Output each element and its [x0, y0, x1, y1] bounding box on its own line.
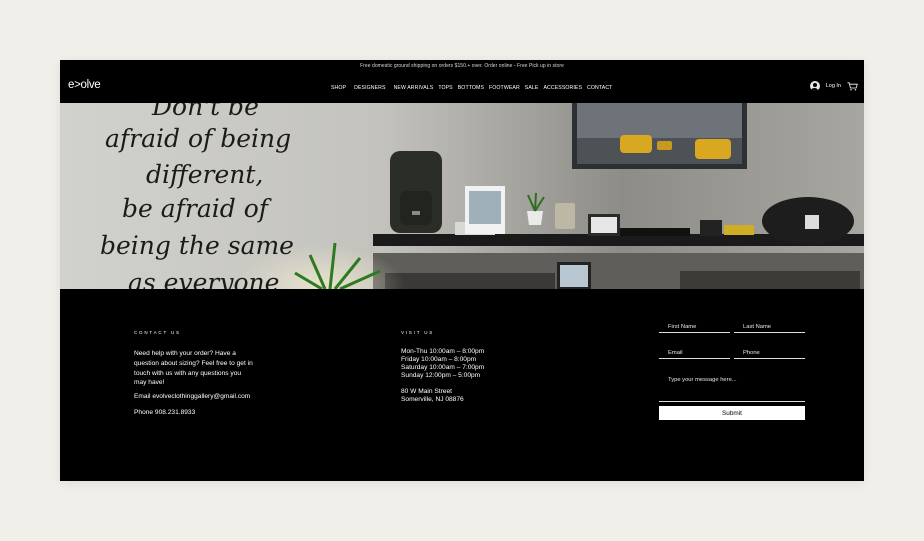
announcement-bar: Free domestic ground shipping on orders … — [360, 63, 564, 69]
store-address: 80 W Main Street Somerville, NJ 08876 — [401, 388, 464, 404]
nav-item-accessories[interactable]: ACCESSORIES — [543, 85, 582, 91]
site-footer: CONTACT US Need help with your order? Ha… — [60, 289, 864, 481]
contact-email[interactable]: Email evolveclothinggallery@gmail.com — [134, 393, 250, 400]
nav-item-contact[interactable]: CONTACT — [587, 85, 612, 91]
last-name-input[interactable] — [743, 324, 805, 330]
nav-item-new-arrivals[interactable]: NEW ARRIVALS — [394, 85, 434, 91]
wall-text-line-3: different, — [146, 160, 263, 189]
nav-item-tops[interactable]: TOPS — [438, 85, 452, 91]
contact-phone[interactable]: Phone 908.231.8933 — [134, 409, 195, 416]
nav-item-designers[interactable]: DESIGNERS — [354, 85, 385, 91]
hours-line: Friday 10:00am – 8:00pm — [401, 356, 477, 363]
wall-text-line-4: be afraid of — [122, 194, 272, 223]
wall-text-line-5: being the same — [100, 231, 294, 260]
visit-us-title: VISIT US — [401, 330, 435, 335]
nav-item-sale[interactable]: SALE — [525, 85, 539, 91]
last-name-field — [734, 324, 805, 333]
nav-item-footwear[interactable]: FOOTWEAR — [489, 85, 520, 91]
phone-field — [734, 350, 805, 359]
store-interior-image: Don't be afraid of being different, be a… — [60, 103, 864, 289]
nav-item-shop[interactable]: SHOP — [331, 85, 346, 91]
phone-input[interactable] — [743, 350, 805, 356]
store-hours: Mon-Thu 10:00am – 8:00pm Friday 10:00am … — [401, 348, 484, 380]
contact-body: Need help with your order? Have a questi… — [134, 350, 253, 387]
message-input[interactable] — [668, 377, 805, 397]
message-field — [659, 377, 805, 402]
user-area: Log In — [809, 81, 858, 91]
wall-text-line-1: Don't be — [151, 103, 259, 121]
email-field — [659, 350, 730, 359]
wall-text-line-6: as everyone — [128, 268, 279, 289]
first-name-input[interactable] — [668, 324, 730, 330]
cart-icon[interactable] — [847, 81, 858, 91]
website-frame: Free domestic ground shipping on orders … — [60, 60, 864, 481]
submit-button[interactable]: Submit — [659, 406, 805, 420]
login-link[interactable]: Log In — [826, 83, 841, 89]
address-line: Somerville, NJ 08876 — [401, 396, 464, 403]
hours-line: Mon-Thu 10:00am – 8:00pm — [401, 348, 485, 355]
hours-line: Saturday 10:00am – 7:00pm — [401, 364, 485, 371]
brand-logo[interactable]: e>olve — [68, 79, 101, 91]
address-line: 80 W Main Street — [401, 388, 452, 395]
hero-image: Don't be afraid of being different, be a… — [60, 103, 864, 289]
first-name-field — [659, 324, 730, 333]
hours-line: Sunday 12:00pm – 5:00pm — [401, 372, 481, 379]
wall-text-line-2: afraid of being — [105, 124, 291, 153]
site-header: e>olve SHOP DESIGNERS NEW ARRIVALS TOPS … — [60, 72, 864, 103]
main-nav: SHOP DESIGNERS NEW ARRIVALS TOPS BOTTOMS… — [331, 85, 617, 91]
contact-us-title: CONTACT US — [134, 330, 181, 335]
email-input[interactable] — [668, 350, 730, 356]
nav-item-bottoms[interactable]: BOTTOMS — [458, 85, 484, 91]
user-avatar-icon[interactable] — [809, 81, 820, 91]
